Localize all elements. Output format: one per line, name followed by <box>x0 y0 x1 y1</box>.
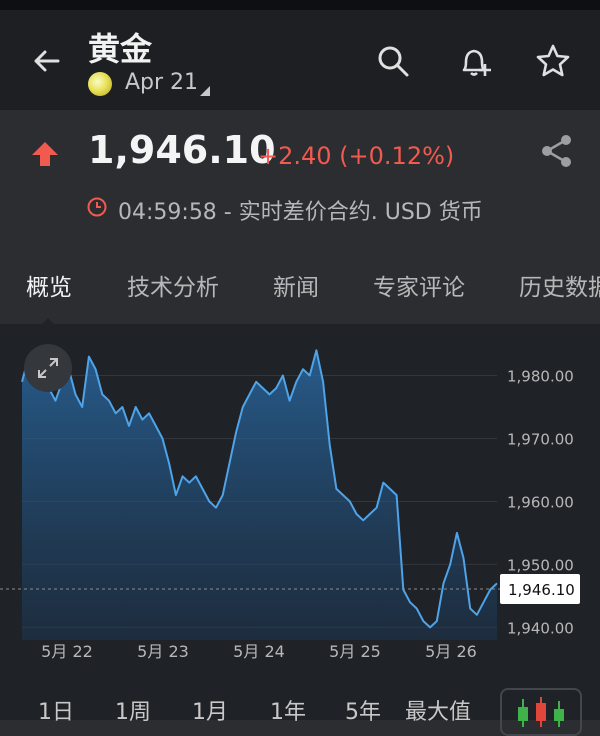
share-icon[interactable] <box>538 132 576 170</box>
current-price-label: 1,946.10 <box>508 581 575 599</box>
range-max[interactable]: 最大值 <box>405 694 471 726</box>
candlestick-icon <box>518 697 564 727</box>
expand-arrows-icon <box>38 358 58 378</box>
tab-history[interactable]: 历史数据 <box>519 268 600 302</box>
y-tick-label: 1,970.00 <box>507 430 574 448</box>
x-tick-label: 5月 26 <box>425 642 477 661</box>
instrument-title: 黄金 <box>88 30 153 68</box>
x-tick-label: 5月 22 <box>41 642 93 661</box>
x-tick-label: 5月 25 <box>329 642 381 661</box>
tab-expert-comments[interactable]: 专家评论 <box>373 268 465 302</box>
back-arrow-icon[interactable] <box>28 42 66 80</box>
range-1m[interactable]: 1月 <box>192 694 228 726</box>
star-watchlist-icon[interactable] <box>534 42 572 80</box>
price-up-arrow-icon <box>32 142 58 166</box>
y-tick-label: 1,940.00 <box>507 619 574 637</box>
last-price: 1,946.10 <box>88 128 276 172</box>
status-bar <box>0 0 600 10</box>
price-change: +2.40 (+0.12%) <box>258 142 455 170</box>
price-chart: 1,980.00 1,970.00 1,960.00 1,950.00 1,940.00… <box>0 349 580 661</box>
search-icon[interactable] <box>374 42 412 80</box>
dropdown-corner-icon <box>200 86 210 96</box>
contract-expiry-selector[interactable]: Apr 21 <box>125 70 198 95</box>
tab-news[interactable]: 新闻 <box>273 268 319 302</box>
range-5y[interactable]: 5年 <box>345 694 381 726</box>
x-tick-label: 5月 24 <box>233 642 285 661</box>
range-1y[interactable]: 1年 <box>270 694 306 726</box>
fullscreen-button[interactable] <box>24 344 72 392</box>
y-tick-label: 1,950.00 <box>507 556 574 574</box>
price-area-fill <box>22 350 497 640</box>
x-tick-label: 5月 23 <box>137 642 189 661</box>
section-tabs: 概览 技术分析 新闻 专家评论 历史数据 <box>0 240 600 326</box>
clock-icon <box>87 197 107 217</box>
tab-overview[interactable]: 概览 <box>26 268 72 302</box>
y-tick-label: 1,960.00 <box>507 493 574 511</box>
time-range-selector: 1日 1周 1月 1年 5年 最大值 <box>0 688 600 736</box>
y-tick-label: 1,980.00 <box>507 367 574 385</box>
price-chart-area: 1,980.00 1,970.00 1,960.00 1,950.00 1,940.00… <box>0 324 600 736</box>
add-alert-bell-icon[interactable] <box>456 42 494 80</box>
quote-panel: 1,946.10 +2.40 (+0.12%) 04:59:58 - 实时差价合… <box>0 110 600 240</box>
range-1w[interactable]: 1周 <box>115 694 151 726</box>
chart-type-button[interactable] <box>500 688 582 736</box>
quote-time-info: 04:59:58 - 实时差价合约. USD 货币 <box>118 200 483 225</box>
range-1d[interactable]: 1日 <box>38 694 74 726</box>
gold-coin-icon <box>88 72 112 96</box>
tab-technical[interactable]: 技术分析 <box>127 268 219 302</box>
app-header: 黄金 Apr 21 <box>0 10 600 110</box>
